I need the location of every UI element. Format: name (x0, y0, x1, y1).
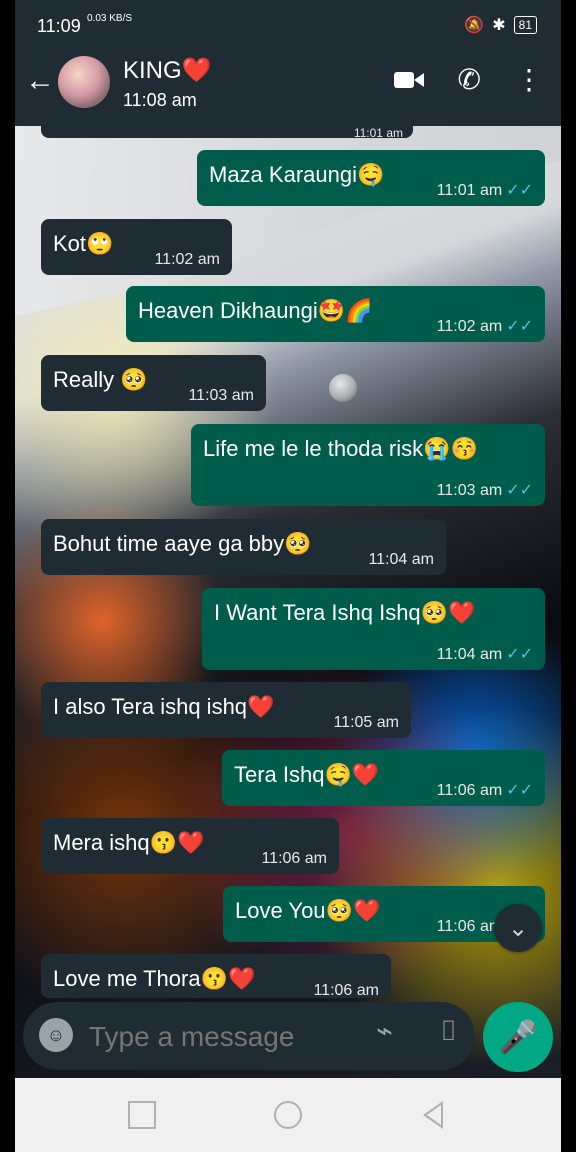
message-input[interactable] (87, 1014, 331, 1060)
battery-indicator: 81 (513, 16, 537, 34)
arrow-left-icon[interactable]: ← (25, 66, 55, 96)
message-time: 11:01 am (353, 126, 403, 140)
camera-icon[interactable]: ⌷ (440, 1017, 457, 1045)
header-actions: ✆ ⋮ (393, 66, 543, 94)
message-bubble[interactable]: I Want Tera Ishq Ishq🥺❤️ 11:04 am ✓✓ (202, 588, 545, 670)
message-text: Mera ishq😗❤️ (53, 830, 205, 855)
chat-header: ← KING❤️ 11:08 am ✆ ⋮ (15, 48, 561, 126)
message-meta: 11:04 am ✓✓ (436, 646, 533, 663)
message-meta: 11:06 am (313, 982, 379, 999)
message-text: Really 🥺 (53, 367, 148, 392)
message-text: Love You🥺❤️ (235, 898, 381, 923)
message-text: Tera Ishq🤤❤️ (234, 762, 380, 787)
message-bubble[interactable]: Heaven Dikhaungi🤩🌈 11:02 am ✓✓ (126, 286, 545, 342)
message-bubble[interactable]: I also Tera ishq ishq❤️ 11:05 am (41, 682, 411, 738)
message-meta: 11:02 am (154, 251, 220, 268)
bluetooth-icon: ✱ (492, 17, 506, 34)
message-meta: 11:03 am ✓✓ (436, 482, 533, 499)
more-vertical-icon[interactable]: ⋮ (515, 66, 543, 94)
video-camera-icon[interactable] (393, 70, 424, 90)
message-text: Love me Thora😗❤️ (53, 966, 256, 991)
message-text: Life me le le thoda risk😭😚 (203, 436, 478, 461)
message-bubble[interactable]: Really 🥺 11:03 am (41, 355, 266, 411)
screen-right-border (561, 0, 576, 1152)
message-text: Kot🙄 (53, 231, 114, 256)
message-bubble[interactable]: Tera Ishq🤤❤️ 11:06 am ✓✓ (222, 750, 545, 806)
system-navigation-bar (15, 1078, 561, 1152)
message-meta: 11:05 am (333, 714, 399, 731)
mute-icon: 🔕 (464, 17, 485, 34)
scroll-indicator (329, 374, 357, 402)
message-text: I Want Tera Ishq Ishq🥺❤️ (214, 600, 476, 625)
message-meta: 11:06 am (261, 850, 327, 867)
chat-background: 11:01 am Maza Karaungi🤤 11:01 am ✓✓ Kot🙄 … (15, 126, 561, 1078)
contact-name[interactable]: KING❤️ (123, 56, 212, 85)
avatar[interactable] (58, 56, 110, 108)
status-icons: 🔕 ✱ 81 (464, 15, 537, 35)
screen-left-border (0, 0, 15, 1152)
message-input-container: ☺ ⌁ ⌷ (23, 1002, 475, 1070)
phone-screen: 11:09 0.03 KB/S 🔕 ✱ 81 ← KING❤️ 11:08 am… (15, 0, 561, 1152)
message-meta: 11:03 am (188, 387, 254, 404)
message-meta: 11:04 am (368, 551, 434, 568)
message-text: Bohut time aaye ga bby🥺 (53, 531, 312, 556)
chevron-double-down-icon[interactable]: ⌄ (494, 904, 542, 952)
message-text: Maza Karaungi🤤 (209, 162, 385, 187)
paperclip-icon[interactable]: ⌁ (376, 1017, 393, 1045)
status-time: 11:09 (37, 16, 81, 36)
message-text: Heaven Dikhaungi🤩🌈 (138, 298, 373, 323)
last-seen: 11:08 am (123, 90, 197, 110)
home-icon[interactable] (274, 1101, 302, 1129)
message-bubble[interactable]: Maza Karaungi🤤 11:01 am ✓✓ (197, 150, 545, 206)
message-text: I also Tera ishq ishq❤️ (53, 694, 275, 719)
recent-apps-icon[interactable] (128, 1101, 156, 1129)
status-bar: 11:09 0.03 KB/S 🔕 ✱ 81 (15, 0, 561, 48)
message-meta: 11:01 am ✓✓ (436, 182, 533, 199)
phone-icon[interactable]: ✆ (458, 66, 481, 94)
message-meta: 11:06 am✓✓ (436, 782, 533, 799)
emoji-icon[interactable]: ☺ (39, 1018, 73, 1052)
network-speed: 0.03 KB/S (87, 13, 133, 24)
partial-message: 11:01 am (41, 126, 413, 140)
message-bubble[interactable]: Love me Thora😗❤️ 11:06 am (41, 954, 391, 999)
microphone-icon[interactable]: 🎤 (483, 1002, 553, 1072)
back-icon[interactable] (423, 1101, 443, 1129)
message-bubble[interactable]: Bohut time aaye ga bby🥺 11:04 am (41, 519, 446, 575)
message-meta: 11:02 am ✓✓ (436, 318, 533, 335)
message-bubble[interactable]: Mera ishq😗❤️ 11:06 am (41, 818, 339, 874)
message-composer: ☺ ⌁ ⌷ 🎤 (15, 1000, 561, 1078)
message-bubble[interactable]: Kot🙄 11:02 am (41, 219, 232, 275)
message-bubble[interactable]: Life me le le thoda risk😭😚 11:03 am ✓✓ (191, 424, 545, 506)
